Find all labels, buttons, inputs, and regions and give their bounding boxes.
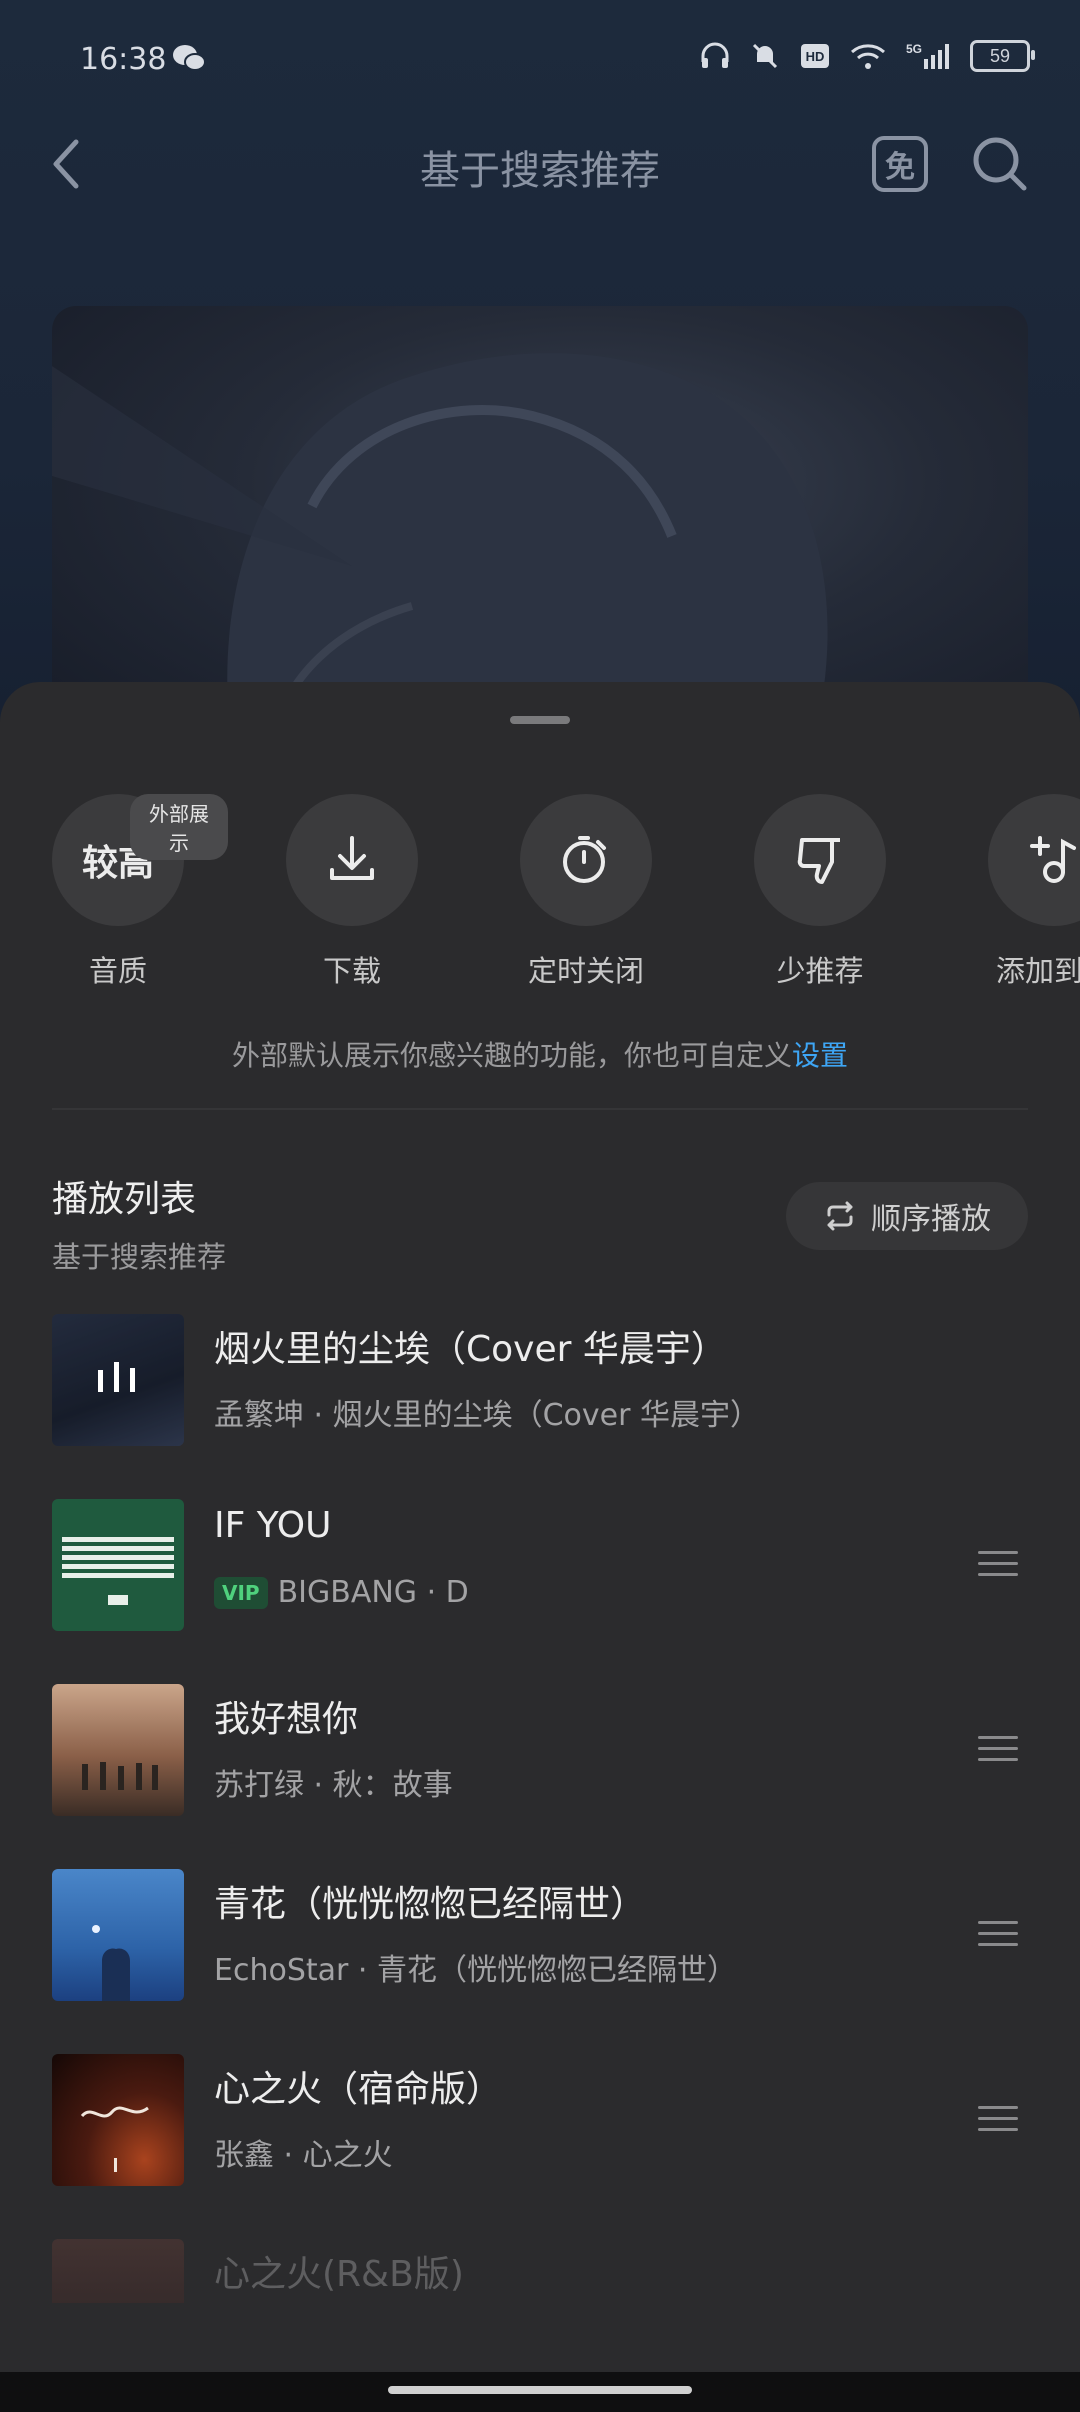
svg-text:5G: 5G	[906, 42, 922, 56]
top-bar: 基于搜索推荐 免	[0, 124, 1080, 204]
settings-link[interactable]: 设置	[792, 1039, 848, 1072]
song-meta: EchoStar · 青花（恍恍惚惚已经隔世）	[214, 1945, 737, 1989]
free-mode-button[interactable]: 免	[872, 136, 928, 192]
mute-bell-icon	[752, 43, 778, 69]
cover-illustration	[52, 353, 828, 746]
quick-actions-row: 较高 音质 外部展示 下载 定时关闭 少推荐 添加到歌	[0, 794, 1080, 988]
repeat-icon	[827, 1201, 853, 1231]
vip-badge: VIP	[214, 1576, 268, 1609]
hint-text: 外部默认展示你感兴趣的功能，你也可自定义	[231, 1039, 792, 1072]
song-row[interactable]: 心之火（宿命版） 张鑫 · 心之火	[0, 2054, 1080, 2188]
song-title: 心之火（宿命版）	[214, 2069, 503, 2110]
song-artwork	[52, 1314, 184, 1446]
song-artwork	[52, 2054, 184, 2186]
album-stripes	[62, 1537, 174, 1605]
timer-icon	[563, 836, 606, 883]
drag-handle-icon[interactable]	[978, 1551, 1018, 1584]
add-to-playlist-icon	[1030, 836, 1076, 883]
song-artwork	[52, 1499, 184, 1631]
action-label: 音质	[88, 954, 147, 988]
svg-text:HD: HD	[806, 49, 825, 64]
action-label: 定时关闭	[527, 954, 644, 988]
status-time: 16:38	[80, 42, 167, 77]
action-download[interactable]: 下载	[242, 794, 462, 990]
song-artwork	[52, 1869, 184, 2001]
wechat-icon	[173, 45, 206, 71]
battery-indicator: 59	[970, 40, 1035, 72]
less-recommend-button[interactable]	[754, 794, 886, 926]
playlist-title: 播放列表	[52, 1179, 197, 1220]
signal-5g-icon: 5G	[906, 42, 949, 69]
more-actions-sheet: 较高 音质 外部展示 下载 定时关闭 少推荐 添加到歌	[0, 682, 1080, 2372]
action-quality[interactable]: 较高 音质 外部展示	[8, 794, 228, 990]
song-artist-album: EchoStar · 青花（恍恍惚惚已经隔世）	[214, 1953, 737, 1988]
headphones-icon	[701, 42, 729, 68]
action-timer[interactable]: 定时关闭	[476, 794, 696, 990]
action-label: 下载	[322, 954, 381, 988]
song-title: 心之火(R&B版)	[214, 2254, 464, 2295]
song-meta: 孟繁坤 · 烟火里的尘埃（Cover 华晨宇）	[214, 1390, 760, 1434]
album-cover-art	[52, 306, 1028, 746]
drag-handle-icon[interactable]	[978, 1921, 1018, 1954]
song-artwork	[52, 2239, 184, 2303]
play-order-button[interactable]: 顺序播放	[786, 1182, 1028, 1250]
album-calligraphy	[80, 2106, 149, 2172]
divider	[52, 1108, 1028, 1110]
drag-handle-icon[interactable]	[978, 2106, 1018, 2139]
wifi-icon	[851, 44, 885, 69]
song-row[interactable]: 我好想你 苏打绿 · 秋：故事	[0, 1684, 1080, 1818]
playing-bars-icon	[52, 1314, 184, 1446]
song-title: 烟火里的尘埃（Cover 华晨宇）	[214, 1329, 727, 1370]
status-bar: 16:38 HD 5G 59	[0, 0, 1080, 124]
thumbs-down-icon	[797, 838, 840, 884]
home-gesture-bar[interactable]	[388, 2386, 692, 2394]
song-row[interactable]: 青花（恍恍惚惚已经隔世） EchoStar · 青花（恍恍惚惚已经隔世）	[0, 1869, 1080, 2003]
album-silhouettes	[92, 1925, 130, 2001]
background-page: 16:38 HD 5G 59 基于搜索推荐 免	[0, 0, 1080, 760]
song-meta: VIP BIGBANG · D	[214, 1575, 469, 1610]
action-less-recommend[interactable]: 少推荐	[710, 794, 930, 990]
song-meta: 苏打绿 · 秋：故事	[214, 1760, 453, 1804]
add-to-playlist-button[interactable]	[988, 794, 1080, 926]
customize-hint: 外部默认展示你感兴趣的功能，你也可自定义设置	[0, 1034, 1080, 1074]
album-figures	[82, 1762, 158, 1790]
sheet-drag-handle[interactable]	[510, 716, 570, 724]
song-meta: 张鑫 · 心之火	[214, 2130, 393, 2174]
song-row[interactable]: 心之火(R&B版)	[0, 2239, 1080, 2303]
action-label: 添加到歌	[995, 954, 1080, 988]
status-icons: HD 5G 59	[700, 40, 1035, 72]
external-display-badge: 外部展示	[130, 794, 228, 860]
song-artwork	[52, 1684, 184, 1816]
song-title: IF YOU	[214, 1505, 332, 1546]
play-order-label: 顺序播放	[871, 1202, 991, 1237]
search-icon[interactable]	[970, 134, 1030, 194]
song-artist-album: 苏打绿 · 秋：故事	[214, 1768, 453, 1803]
song-title: 青花（恍恍惚惚已经隔世）	[214, 1884, 647, 1925]
playlist-subtitle: 基于搜索推荐	[52, 1240, 227, 1274]
song-artist-album: 张鑫 · 心之火	[214, 2138, 393, 2173]
action-add-to-playlist[interactable]: 添加到歌	[944, 794, 1080, 990]
download-icon	[330, 836, 374, 880]
action-label: 少推荐	[776, 954, 864, 988]
timer-button[interactable]	[520, 794, 652, 926]
song-row[interactable]: IF YOU VIP BIGBANG · D	[0, 1499, 1080, 1633]
song-row[interactable]: 烟火里的尘埃（Cover 华晨宇） 孟繁坤 · 烟火里的尘埃（Cover 华晨宇…	[0, 1314, 1080, 1448]
download-button[interactable]	[286, 794, 418, 926]
drag-handle-icon[interactable]	[978, 1736, 1018, 1769]
song-title: 我好想你	[214, 1699, 359, 1740]
hd-icon: HD	[801, 44, 829, 68]
song-artist-album: 孟繁坤 · 烟火里的尘埃（Cover 华晨宇）	[214, 1398, 760, 1433]
song-artist-album: BIGBANG · D	[277, 1575, 469, 1610]
system-navigation-bar	[0, 2372, 1080, 2412]
